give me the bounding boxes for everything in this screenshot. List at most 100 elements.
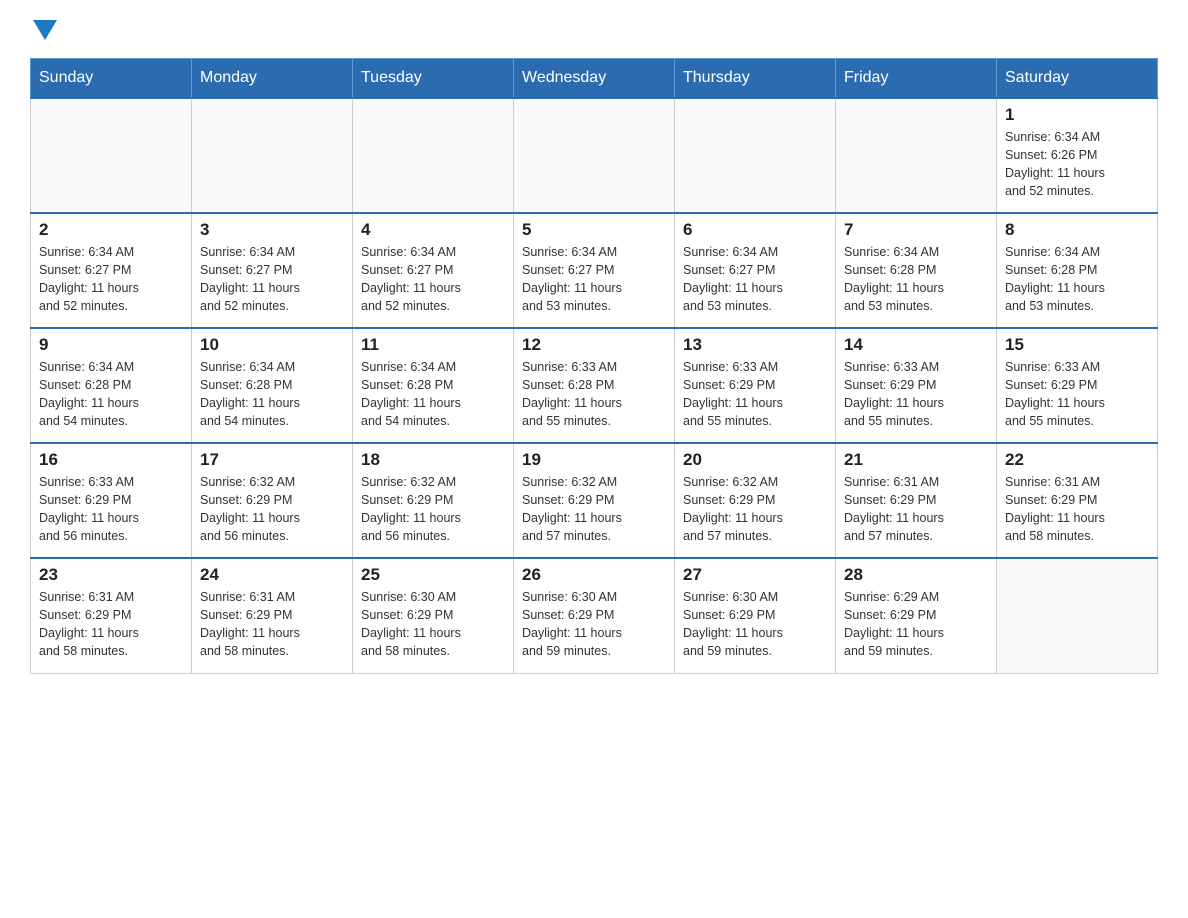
day-number: 20 [683,450,827,470]
page-header [30,20,1158,38]
day-info: Sunrise: 6:32 AM Sunset: 6:29 PM Dayligh… [683,473,827,546]
weekday-header-row: SundayMondayTuesdayWednesdayThursdayFrid… [31,59,1158,99]
weekday-header-wednesday: Wednesday [514,59,675,99]
weekday-header-saturday: Saturday [997,59,1158,99]
day-info: Sunrise: 6:32 AM Sunset: 6:29 PM Dayligh… [361,473,505,546]
week-row-3: 9 Sunrise: 6:34 AM Sunset: 6:28 PM Daylig… [31,328,1158,443]
calendar-cell [31,98,192,213]
calendar-cell [997,558,1158,673]
calendar-cell: 11 Sunrise: 6:34 AM Sunset: 6:28 PM Dayli… [353,328,514,443]
day-number: 6 [683,220,827,240]
day-number: 26 [522,565,666,585]
calendar-cell: 21 Sunrise: 6:31 AM Sunset: 6:29 PM Dayli… [836,443,997,558]
calendar-cell: 1Sunrise: 6:34 AM Sunset: 6:26 PM Daylig… [997,98,1158,213]
day-info: Sunrise: 6:34 AM Sunset: 6:28 PM Dayligh… [361,358,505,431]
week-row-2: 2 Sunrise: 6:34 AM Sunset: 6:27 PM Daylig… [31,213,1158,328]
day-info: Sunrise: 6:34 AM Sunset: 6:27 PM Dayligh… [200,243,344,316]
calendar-cell: 13 Sunrise: 6:33 AM Sunset: 6:29 PM Dayli… [675,328,836,443]
day-number: 10 [200,335,344,355]
day-number: 2 [39,220,183,240]
calendar-cell: 16Sunrise: 6:33 AM Sunset: 6:29 PM Dayli… [31,443,192,558]
calendar-cell [192,98,353,213]
day-number: 12 [522,335,666,355]
day-number: 15 [1005,335,1149,355]
day-info: Sunrise: 6:34 AM Sunset: 6:26 PM Dayligh… [1005,128,1149,201]
calendar-cell: 7 Sunrise: 6:34 AM Sunset: 6:28 PM Daylig… [836,213,997,328]
day-number: 24 [200,565,344,585]
logo-triangle-icon [33,20,57,40]
calendar-cell [353,98,514,213]
calendar-cell: 23 Sunrise: 6:31 AM Sunset: 6:29 PM Dayli… [31,558,192,673]
calendar-cell: 28 Sunrise: 6:29 AM Sunset: 6:29 PM Dayli… [836,558,997,673]
calendar-cell [675,98,836,213]
calendar-table: SundayMondayTuesdayWednesdayThursdayFrid… [30,58,1158,674]
calendar-cell: 5 Sunrise: 6:34 AM Sunset: 6:27 PM Daylig… [514,213,675,328]
day-number: 11 [361,335,505,355]
day-number: 23 [39,565,183,585]
calendar-cell: 18 Sunrise: 6:32 AM Sunset: 6:29 PM Dayli… [353,443,514,558]
day-number: 22 [1005,450,1149,470]
weekday-header-thursday: Thursday [675,59,836,99]
day-number: 5 [522,220,666,240]
calendar-cell: 3 Sunrise: 6:34 AM Sunset: 6:27 PM Daylig… [192,213,353,328]
day-info: Sunrise: 6:34 AM Sunset: 6:27 PM Dayligh… [522,243,666,316]
calendar-cell: 6 Sunrise: 6:34 AM Sunset: 6:27 PM Daylig… [675,213,836,328]
calendar-cell: 24 Sunrise: 6:31 AM Sunset: 6:29 PM Dayli… [192,558,353,673]
day-info: Sunrise: 6:31 AM Sunset: 6:29 PM Dayligh… [1005,473,1149,546]
day-info: Sunrise: 6:33 AM Sunset: 6:29 PM Dayligh… [683,358,827,431]
weekday-header-monday: Monday [192,59,353,99]
calendar-cell: 20 Sunrise: 6:32 AM Sunset: 6:29 PM Dayli… [675,443,836,558]
weekday-header-sunday: Sunday [31,59,192,99]
day-number: 28 [844,565,988,585]
day-number: 8 [1005,220,1149,240]
day-info: Sunrise: 6:33 AM Sunset: 6:28 PM Dayligh… [522,358,666,431]
day-number: 17 [200,450,344,470]
day-info: Sunrise: 6:31 AM Sunset: 6:29 PM Dayligh… [844,473,988,546]
calendar-cell: 10 Sunrise: 6:34 AM Sunset: 6:28 PM Dayli… [192,328,353,443]
day-info: Sunrise: 6:34 AM Sunset: 6:28 PM Dayligh… [844,243,988,316]
logo [30,20,60,38]
day-number: 13 [683,335,827,355]
calendar-cell: 4Sunrise: 6:34 AM Sunset: 6:27 PM Daylig… [353,213,514,328]
day-number: 21 [844,450,988,470]
calendar-cell: 2Sunrise: 6:34 AM Sunset: 6:27 PM Daylig… [31,213,192,328]
calendar-cell: 17 Sunrise: 6:32 AM Sunset: 6:29 PM Dayli… [192,443,353,558]
calendar-cell: 9 Sunrise: 6:34 AM Sunset: 6:28 PM Daylig… [31,328,192,443]
weekday-header-tuesday: Tuesday [353,59,514,99]
day-number: 14 [844,335,988,355]
day-info: Sunrise: 6:30 AM Sunset: 6:29 PM Dayligh… [522,588,666,661]
day-info: Sunrise: 6:32 AM Sunset: 6:29 PM Dayligh… [200,473,344,546]
calendar-cell: 19 Sunrise: 6:32 AM Sunset: 6:29 PM Dayli… [514,443,675,558]
day-info: Sunrise: 6:30 AM Sunset: 6:29 PM Dayligh… [361,588,505,661]
day-info: Sunrise: 6:34 AM Sunset: 6:27 PM Dayligh… [361,243,505,316]
day-number: 27 [683,565,827,585]
day-number: 19 [522,450,666,470]
day-info: Sunrise: 6:29 AM Sunset: 6:29 PM Dayligh… [844,588,988,661]
day-info: Sunrise: 6:34 AM Sunset: 6:28 PM Dayligh… [200,358,344,431]
calendar-cell: 8 Sunrise: 6:34 AM Sunset: 6:28 PM Daylig… [997,213,1158,328]
calendar-cell: 27 Sunrise: 6:30 AM Sunset: 6:29 PM Dayli… [675,558,836,673]
day-number: 9 [39,335,183,355]
day-info: Sunrise: 6:32 AM Sunset: 6:29 PM Dayligh… [522,473,666,546]
day-number: 25 [361,565,505,585]
day-info: Sunrise: 6:34 AM Sunset: 6:28 PM Dayligh… [39,358,183,431]
week-row-1: 1Sunrise: 6:34 AM Sunset: 6:26 PM Daylig… [31,98,1158,213]
day-info: Sunrise: 6:34 AM Sunset: 6:27 PM Dayligh… [683,243,827,316]
day-number: 3 [200,220,344,240]
day-info: Sunrise: 6:33 AM Sunset: 6:29 PM Dayligh… [844,358,988,431]
day-info: Sunrise: 6:31 AM Sunset: 6:29 PM Dayligh… [39,588,183,661]
calendar-cell: 22 Sunrise: 6:31 AM Sunset: 6:29 PM Dayli… [997,443,1158,558]
weekday-header-friday: Friday [836,59,997,99]
calendar-cell: 25 Sunrise: 6:30 AM Sunset: 6:29 PM Dayli… [353,558,514,673]
day-info: Sunrise: 6:31 AM Sunset: 6:29 PM Dayligh… [200,588,344,661]
day-number: 7 [844,220,988,240]
calendar-cell: 15Sunrise: 6:33 AM Sunset: 6:29 PM Dayli… [997,328,1158,443]
calendar-cell: 26 Sunrise: 6:30 AM Sunset: 6:29 PM Dayli… [514,558,675,673]
week-row-4: 16Sunrise: 6:33 AM Sunset: 6:29 PM Dayli… [31,443,1158,558]
calendar-cell [836,98,997,213]
day-info: Sunrise: 6:30 AM Sunset: 6:29 PM Dayligh… [683,588,827,661]
day-number: 18 [361,450,505,470]
calendar-cell: 12 Sunrise: 6:33 AM Sunset: 6:28 PM Dayli… [514,328,675,443]
day-info: Sunrise: 6:34 AM Sunset: 6:28 PM Dayligh… [1005,243,1149,316]
calendar-cell [514,98,675,213]
